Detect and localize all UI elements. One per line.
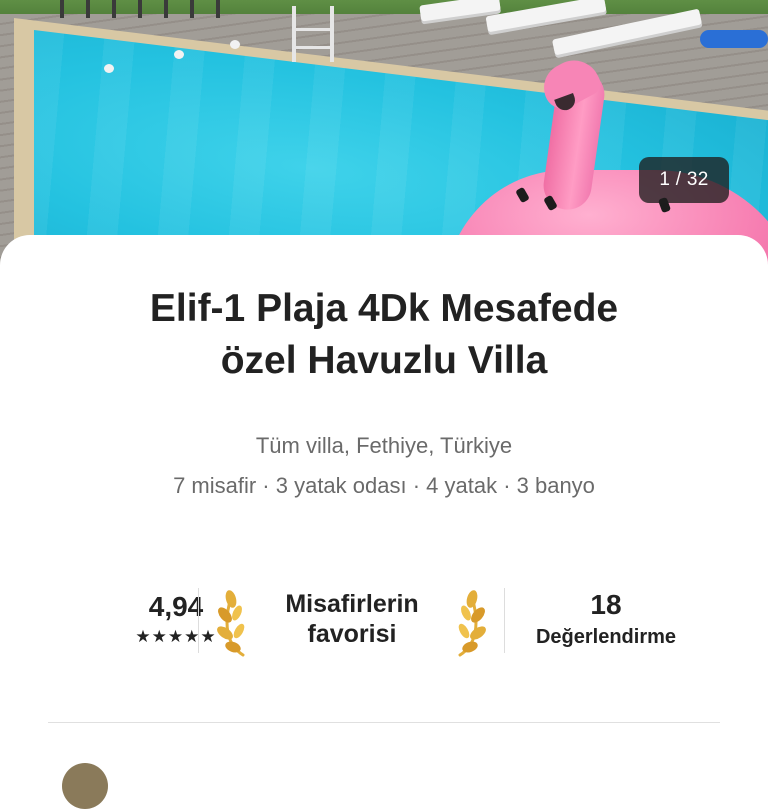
listing-details-sheet: Elif-1 Plaja 4Dk Mesafede özel Havuzlu V… bbox=[0, 235, 768, 809]
laurel-left-icon bbox=[217, 590, 245, 657]
listing-location: Tüm villa, Fethiye, Türkiye bbox=[255, 433, 513, 458]
guest-favorite-label: Misafirlerin favorisi bbox=[285, 590, 419, 648]
review-count: 18 bbox=[590, 589, 622, 620]
stats-row[interactable]: 4,94 ★★★★★ Misafirlerin favorisi 18 Değe… bbox=[48, 583, 720, 663]
pool-ladder bbox=[292, 6, 334, 62]
photo-counter: 1 / 32 bbox=[639, 157, 729, 203]
review-label: Değerlendirme bbox=[535, 626, 677, 648]
divider bbox=[504, 588, 505, 653]
pool-floats bbox=[100, 36, 260, 76]
listing-title: Elif-1 Plaja 4Dk Mesafede özel Havuzlu V… bbox=[149, 287, 619, 382]
photo-chairs bbox=[60, 0, 240, 18]
laurel-right-icon bbox=[458, 590, 486, 657]
reviews-block[interactable]: 18 Değerlendirme bbox=[516, 589, 696, 651]
blue-float bbox=[700, 30, 768, 48]
host-avatar[interactable] bbox=[62, 763, 108, 809]
divider bbox=[198, 588, 199, 653]
guest-favorite-badge[interactable]: Misafirlerin favorisi bbox=[216, 587, 496, 659]
listing-specs: 7 misafir · 3 yatak odası · 4 yatak · 3 … bbox=[173, 473, 595, 498]
section-divider bbox=[48, 722, 720, 723]
